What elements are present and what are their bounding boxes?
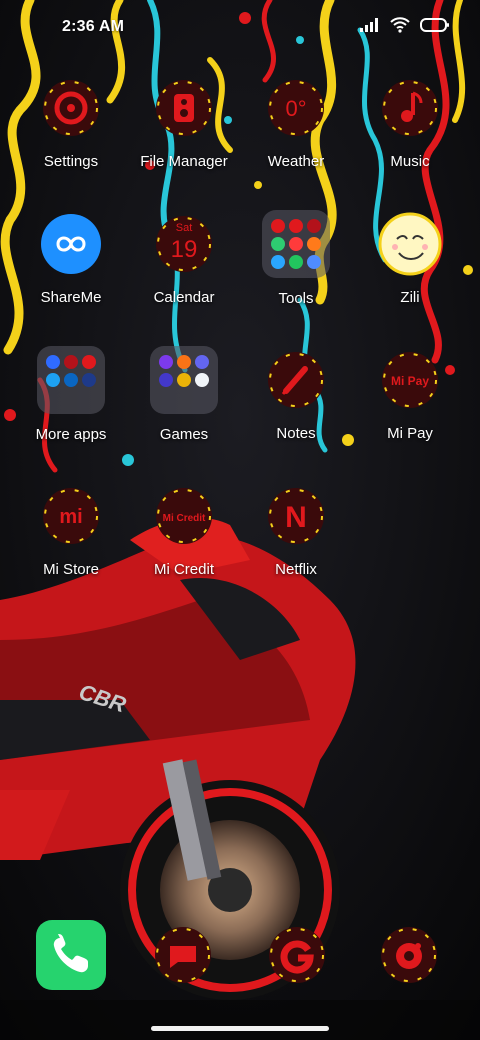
app-label: File Manager — [140, 153, 228, 170]
app-label: Mi Credit — [153, 561, 214, 578]
status-bar: 2:36 AM — [0, 0, 480, 56]
app-label: Weather — [267, 153, 325, 170]
app-label: More apps — [35, 426, 107, 443]
file-manager-icon — [156, 80, 212, 136]
dock — [0, 920, 480, 1000]
app-label: Calendar — [153, 289, 215, 306]
app-label: Tools — [278, 290, 314, 307]
navigation-gesture-bar[interactable] — [151, 1026, 329, 1031]
battery-icon — [420, 18, 449, 32]
app-settings[interactable]: Settings — [11, 73, 131, 170]
app-calendar[interactable]: Sat 19 Calendar — [124, 209, 244, 306]
music-icon — [382, 80, 438, 136]
netflix-badge: N — [285, 501, 307, 534]
calendar-date: 19 — [171, 236, 198, 263]
app-file-manager[interactable]: File Manager — [124, 73, 244, 170]
app-label: Settings — [43, 153, 99, 170]
app-label: Mi Store — [43, 561, 99, 578]
folder-icon — [262, 210, 330, 278]
mi-pay-icon: Mi Pay — [382, 352, 438, 408]
app-label: ShareMe — [40, 289, 102, 306]
calendar-day: Sat — [176, 222, 193, 234]
status-time: 2:36 AM — [62, 18, 125, 35]
app-mi-store[interactable]: mi Mi Store — [11, 481, 131, 578]
app-label: Games — [159, 426, 209, 443]
app-netflix[interactable]: N Netflix — [236, 481, 356, 578]
messages-icon[interactable] — [148, 920, 218, 990]
app-label: Notes — [276, 425, 316, 442]
mi-store-badge: mi — [59, 506, 82, 528]
netflix-icon: N — [268, 488, 324, 544]
app-mi-credit[interactable]: Mi Credit Mi Credit — [124, 481, 244, 578]
zili-icon — [378, 212, 442, 276]
phone-icon[interactable] — [36, 920, 106, 990]
folder-tools[interactable]: Tools — [236, 209, 356, 307]
app-weather[interactable]: 0° Weather — [236, 73, 356, 170]
mi-pay-badge: Mi Pay — [391, 374, 429, 388]
app-zili[interactable]: Zili — [350, 209, 470, 306]
settings-icon — [43, 80, 99, 136]
app-label: Netflix — [275, 561, 317, 578]
calendar-icon: Sat 19 — [156, 216, 212, 272]
shareme-icon — [41, 214, 101, 274]
app-label: Zili — [400, 289, 420, 306]
svg-text:0°: 0° — [285, 96, 306, 121]
notes-icon — [268, 352, 324, 408]
wifi-icon — [390, 17, 410, 33]
weather-icon: 0° — [268, 80, 324, 136]
mi-credit-badge: Mi Credit — [163, 513, 206, 524]
app-label: Mi Pay — [387, 425, 433, 442]
folder-icon — [150, 346, 218, 414]
mi-store-icon: mi — [43, 488, 99, 544]
app-music[interactable]: Music — [350, 73, 470, 170]
signal-icon — [360, 18, 378, 32]
camera-icon[interactable] — [374, 920, 444, 990]
app-label: Music — [390, 153, 430, 170]
folder-icon — [37, 346, 105, 414]
app-mi-pay[interactable]: Mi Pay Mi Pay — [350, 345, 470, 442]
mi-credit-icon: Mi Credit — [156, 488, 212, 544]
folder-games[interactable]: Games — [124, 345, 244, 443]
app-shareme[interactable]: ShareMe — [11, 209, 131, 306]
folder-more-apps[interactable]: More apps — [11, 345, 131, 443]
browser-icon[interactable] — [262, 920, 332, 990]
app-notes[interactable]: Notes — [236, 345, 356, 442]
